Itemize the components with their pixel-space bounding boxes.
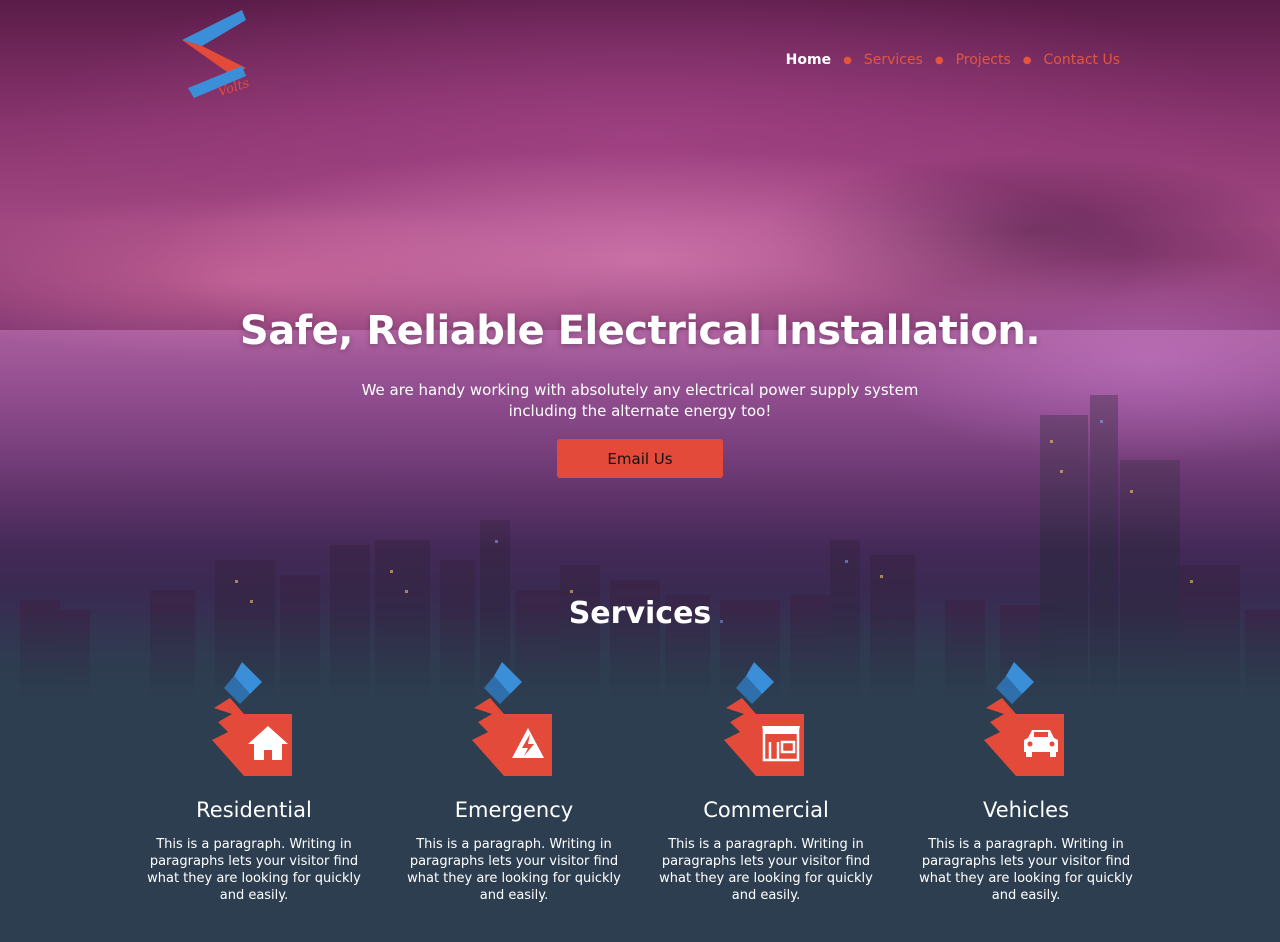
service-card-commercial[interactable]: Commercial This is a paragraph. Writing … [636, 660, 896, 904]
hero-subtitle: We are handy working with absolutely any… [361, 381, 919, 420]
house-icon [212, 662, 292, 776]
service-description: This is a paragraph. Writing in paragrap… [407, 837, 621, 903]
nav-separator: ● [843, 54, 852, 66]
service-description: This is a paragraph. Writing in paragrap… [919, 837, 1133, 903]
service-card-residential[interactable]: Residential This is a paragraph. Writing… [124, 660, 384, 904]
storefront-icon [724, 662, 804, 776]
email-us-button[interactable]: Email Us [557, 439, 723, 478]
service-card-vehicles[interactable]: Vehicles This is a paragraph. Writing in… [896, 660, 1156, 904]
service-title: Residential [196, 798, 312, 822]
service-title: Commercial [703, 798, 829, 822]
services-heading: Services [568, 596, 712, 631]
hero-title: Safe, Reliable Electrical Installation. [239, 308, 1041, 354]
nav-services-link[interactable]: Services [864, 52, 923, 68]
service-card-emergency[interactable]: Emergency This is a paragraph. Writing i… [384, 660, 644, 904]
nav-projects-link[interactable]: Projects [956, 52, 1011, 68]
service-title: Emergency [454, 798, 574, 822]
high-voltage-icon [472, 662, 552, 776]
service-title: Vehicles [982, 798, 1070, 822]
car-icon [984, 662, 1064, 776]
nav-separator: ● [1022, 54, 1032, 66]
service-description: This is a paragraph. Writing in paragrap… [659, 837, 873, 903]
nav-contact-link[interactable]: Contact Us [1044, 52, 1120, 68]
service-description: This is a paragraph. Writing in paragrap… [147, 837, 361, 903]
volts-logo[interactable]: Volts [180, 8, 260, 100]
main-nav: Home ● Services ● Projects ● Contact Us [786, 52, 1120, 68]
nav-separator: ● [934, 54, 944, 66]
nav-home-link[interactable]: Home [786, 52, 831, 68]
